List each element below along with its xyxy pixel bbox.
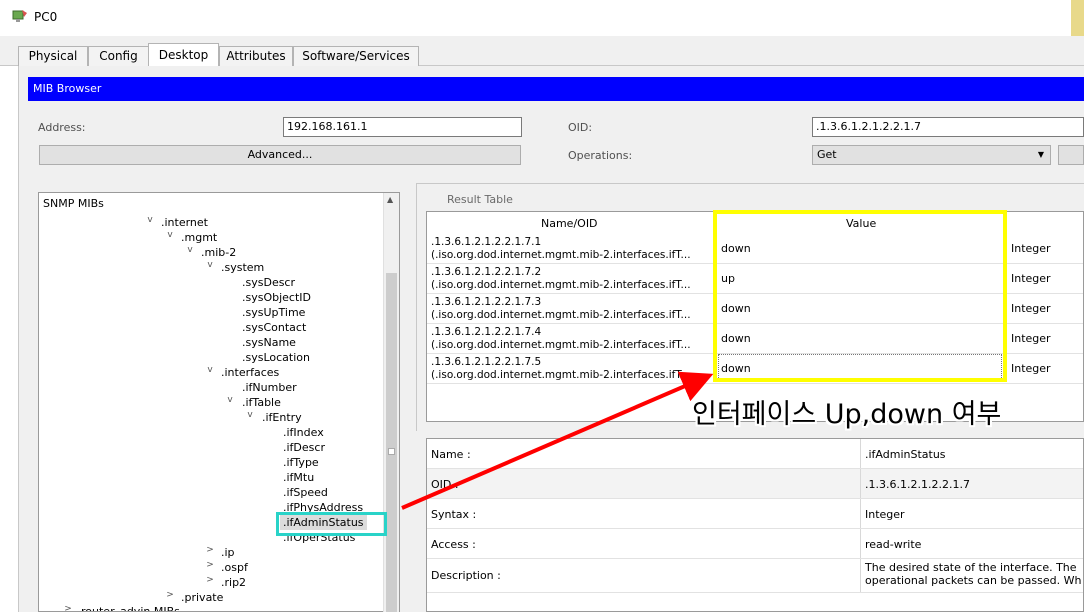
annotation-arrow bbox=[401, 371, 714, 510]
annotation-label: 인터페이스 Up,down 여부 bbox=[692, 399, 1002, 430]
